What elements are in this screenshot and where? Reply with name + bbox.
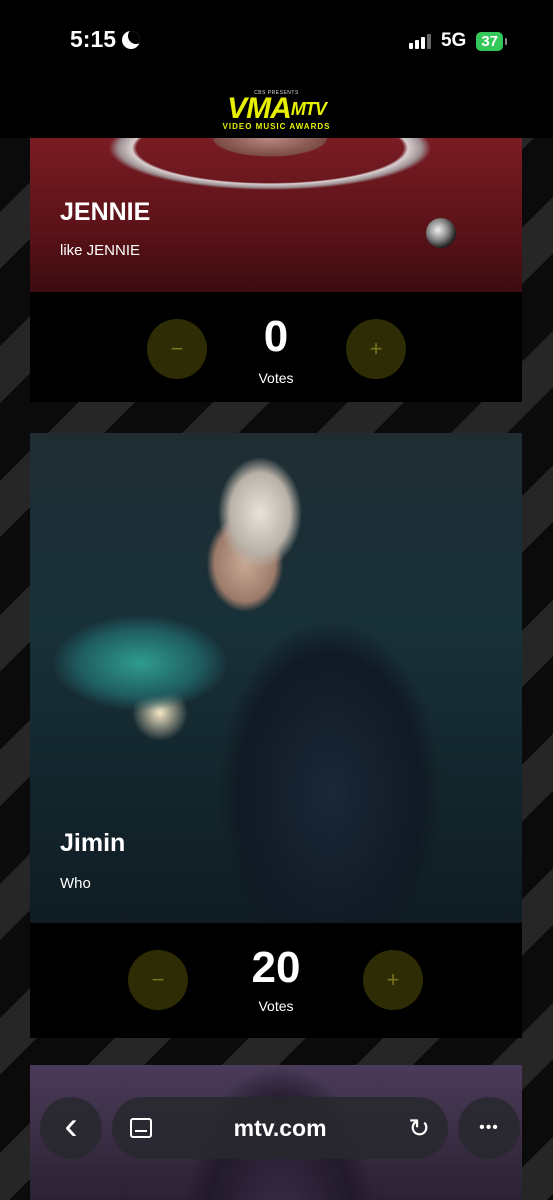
- vma-header: CBS PRESENTS VMAMTV VIDEO MUSIC AWARDS: [0, 84, 553, 138]
- vma-logo-text: VMA: [227, 92, 292, 125]
- vote-minus-button[interactable]: −: [147, 319, 207, 379]
- network-type: 5G: [440, 30, 467, 51]
- votes-label: Votes: [258, 370, 294, 386]
- song-title: Who: [60, 875, 91, 892]
- artist-name: Jimin: [60, 829, 126, 857]
- vma-logo[interactable]: VMAMTV: [227, 94, 327, 124]
- moon-icon: [122, 30, 141, 49]
- more-dots-icon: •••: [479, 1119, 499, 1136]
- artist-name: JENNIE: [60, 198, 151, 226]
- helmet-bolt-decoration: [426, 218, 456, 248]
- vma-subtitle: VIDEO MUSIC AWARDS: [222, 122, 331, 131]
- vote-minus-button[interactable]: −: [128, 950, 188, 1010]
- vote-panel: − 0 Votes +: [30, 292, 522, 402]
- reload-icon[interactable]: ↻: [408, 1113, 430, 1144]
- clock: 5:15: [70, 26, 117, 52]
- more-button[interactable]: •••: [458, 1097, 520, 1159]
- back-button[interactable]: ‹: [40, 1097, 102, 1159]
- browser-toolbar: ‹ mtv.com ↻ •••: [40, 1096, 520, 1160]
- status-bar: 5:15 5G 37: [0, 0, 553, 84]
- signal-icon: [408, 33, 431, 49]
- votes-label: Votes: [258, 998, 294, 1014]
- nominee-card-jimin: Jimin Who − 20 Votes +: [30, 433, 522, 1038]
- vote-plus-button[interactable]: +: [363, 950, 423, 1010]
- nominee-image[interactable]: Jimin Who: [30, 433, 522, 923]
- mtv-logo-text: MTV: [290, 99, 327, 119]
- vote-count: 0: [263, 312, 289, 361]
- url-text: mtv.com: [233, 1114, 327, 1141]
- status-indicators: 5G 37: [408, 30, 507, 52]
- vote-plus-button[interactable]: +: [346, 319, 406, 379]
- chevron-left-icon: ‹: [64, 1104, 78, 1148]
- tab-overview-icon[interactable]: [130, 1118, 152, 1138]
- nominee-card-jennie: JENNIE like JENNIE − 0 Votes +: [30, 138, 522, 402]
- nominee-image[interactable]: JENNIE like JENNIE: [30, 138, 522, 292]
- vote-panel: − 20 Votes +: [30, 923, 522, 1038]
- vote-count: 20: [251, 943, 301, 992]
- song-title: like JENNIE: [60, 242, 141, 259]
- address-bar[interactable]: mtv.com ↻: [112, 1097, 448, 1159]
- status-time: 5:15: [70, 26, 141, 53]
- battery-icon: 37: [476, 31, 507, 51]
